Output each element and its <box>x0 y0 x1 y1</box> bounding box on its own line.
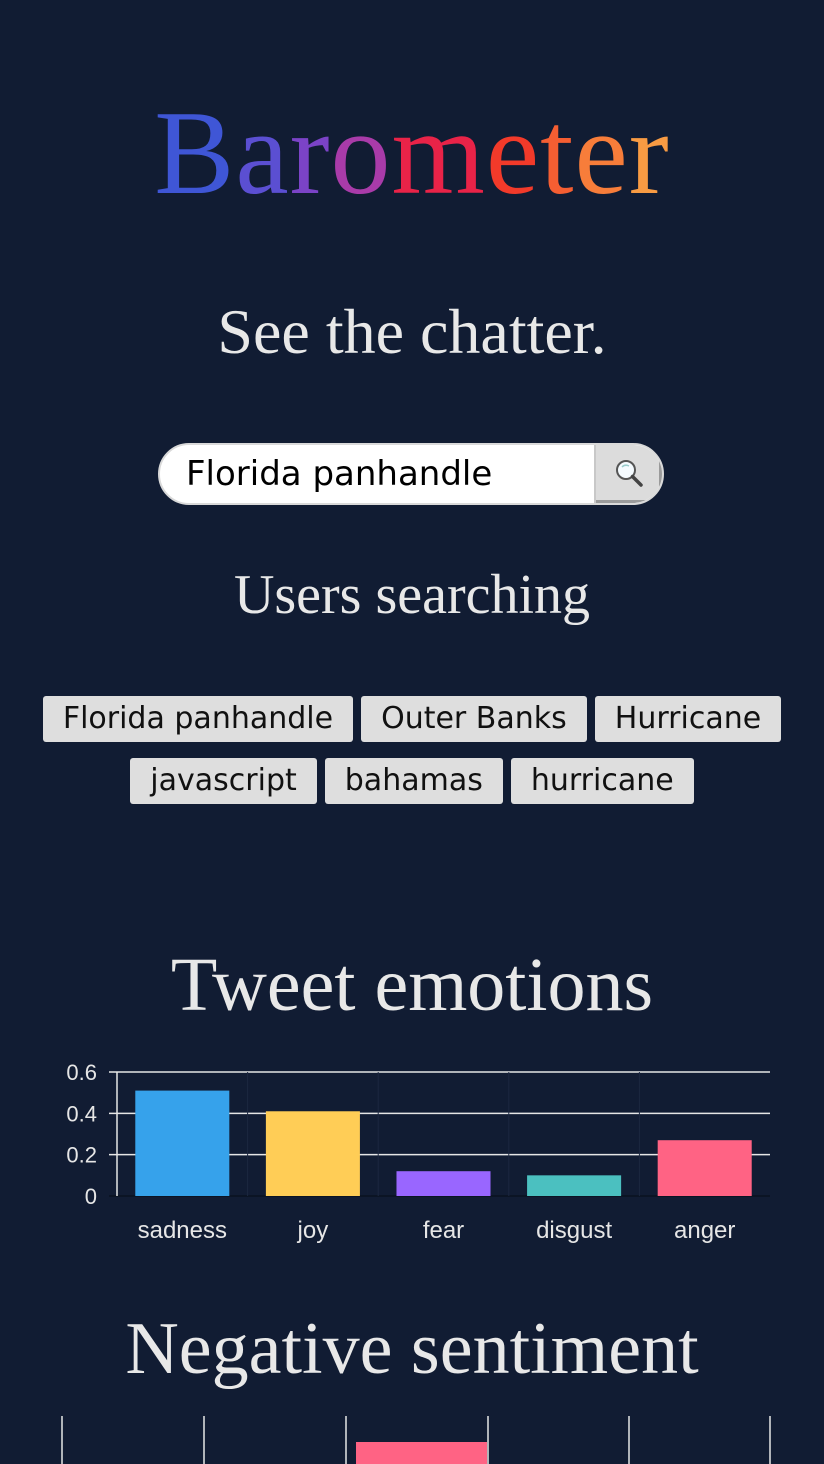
search-button[interactable] <box>594 445 662 503</box>
negative-sentiment-heading: Negative sentiment <box>125 1308 699 1390</box>
tweet-emotions-heading: Tweet emotions <box>170 943 654 1027</box>
x-tick-label: joy <box>297 1217 329 1244</box>
bar-anger <box>657 1140 752 1196</box>
x-tick-label: disgust <box>536 1217 612 1244</box>
chip-search-term[interactable]: Hurricane <box>594 696 782 742</box>
bar-joy <box>265 1111 360 1196</box>
x-tick-label: fear <box>423 1217 464 1244</box>
y-tick-label: 0.6 <box>66 1060 97 1085</box>
bar-sadness <box>135 1090 230 1196</box>
app-logo: Barometer <box>154 86 670 219</box>
chip-search-term[interactable]: javascript <box>130 758 317 804</box>
negative-bar <box>356 1442 487 1464</box>
chip-search-term[interactable]: Outer Banks <box>361 696 587 742</box>
magnifier-icon <box>614 458 644 491</box>
chip-search-term[interactable]: bahamas <box>324 758 503 804</box>
bar-disgust <box>527 1175 622 1196</box>
negative-sentiment-chart <box>61 1416 771 1464</box>
bar-fear <box>396 1171 491 1196</box>
search-input[interactable] <box>160 445 596 503</box>
users-searching-heading: Users searching <box>233 564 591 626</box>
search-bar <box>158 443 664 505</box>
y-tick-label: 0.2 <box>66 1143 97 1168</box>
y-tick-label: 0 <box>85 1184 97 1209</box>
tagline: See the chatter. <box>217 296 607 367</box>
search-chips: Florida panhandle Outer Banks Hurricane … <box>30 696 794 804</box>
chip-search-term[interactable]: Florida panhandle <box>42 696 354 742</box>
x-tick-label: sadness <box>138 1217 227 1244</box>
y-tick-label: 0.4 <box>66 1101 97 1126</box>
emotion-bar-chart: 0 0.2 0.4 0.6 sadness joy fear disgust anger <box>66 1060 770 1244</box>
chip-search-term[interactable]: hurricane <box>510 758 694 804</box>
x-tick-label: anger <box>674 1217 735 1244</box>
